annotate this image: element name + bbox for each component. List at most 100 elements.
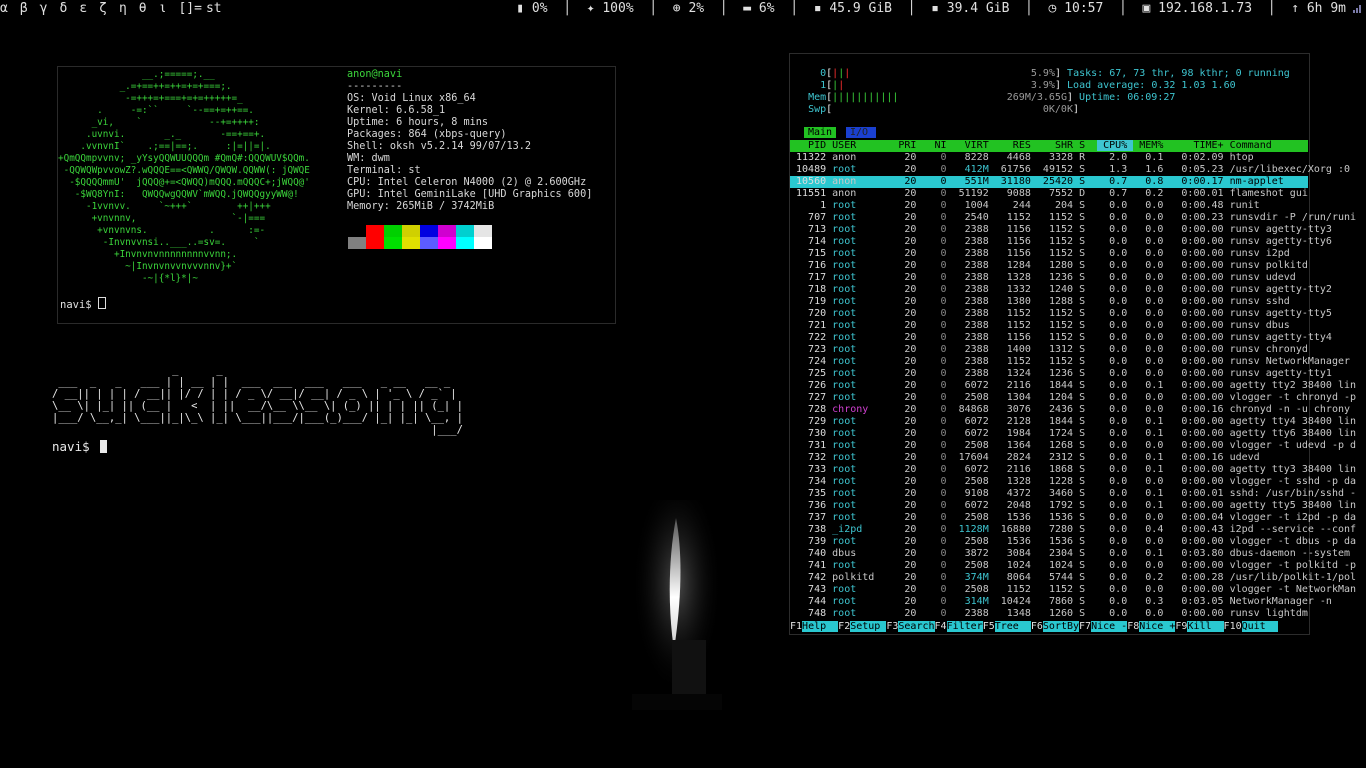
process-row[interactable]: 714 root 20 0 2388 1156 1152 S 0.0 0.0 0… [790, 236, 1332, 248]
fkey-label-search[interactable]: Search [898, 621, 935, 632]
logo-line: _vi, ` --+=++++: [58, 117, 260, 128]
process-row[interactable]: 724 root 20 0 2388 1152 1152 S 0.0 0.0 0… [790, 356, 1350, 368]
fkey-label-help[interactable]: Help [802, 621, 839, 632]
col-header-cpu[interactable]: CPU% [1097, 140, 1134, 151]
process-row[interactable]: 729 root 20 0 6072 2128 1844 S 0.0 0.1 0… [790, 416, 1356, 428]
col-header-command[interactable]: Command [1230, 140, 1366, 151]
process-row[interactable]: 726 root 20 0 6072 2116 1844 S 0.0 0.1 0… [790, 380, 1356, 392]
tag-7[interactable]: η [119, 1, 127, 16]
cell-command: udevd [1229, 452, 1366, 463]
neofetch-terminal[interactable]: __.;=====;.__ _.=+==++=++=+=+===;. -=+++… [57, 66, 616, 324]
fkey-label-tree[interactable]: Tree [994, 621, 1031, 632]
fkey-f8[interactable]: F8 [1127, 621, 1139, 632]
process-row[interactable]: 723 root 20 0 2388 1400 1312 S 0.0 0.0 0… [790, 344, 1308, 356]
fkey-f4[interactable]: F4 [935, 621, 947, 632]
process-table-header[interactable]: PID USER PRI NI VIRT RES SHR S CPU% MEM%… [790, 140, 1308, 152]
col-header-s[interactable]: S [1079, 140, 1097, 151]
process-table[interactable]: 11322 anon 20 0 8228 4468 3328 R 2.0 0.1… [790, 152, 1356, 620]
process-row[interactable]: 735 root 20 0 9108 4372 3460 S 0.0 0.1 0… [790, 488, 1356, 500]
fkey-label-nice[interactable]: Nice + [1139, 621, 1176, 632]
process-row[interactable]: 717 root 20 0 2388 1328 1236 S 0.0 0.0 0… [790, 272, 1308, 284]
cell-mem: 0.0 [1133, 368, 1170, 379]
fkey-f6[interactable]: F6 [1031, 621, 1043, 632]
process-row[interactable]: 11551 anon 20 0 51192 9088 7552 D 0.7 0.… [790, 188, 1308, 200]
tab-io[interactable]: I/O [846, 127, 876, 138]
tag-5[interactable]: ε [79, 1, 87, 16]
col-header-shr[interactable]: SHR [1037, 140, 1079, 151]
process-row[interactable]: 10560 anon 20 0 551M 31180 25420 S 0.7 0… [790, 176, 1308, 188]
tag-2[interactable]: β [20, 1, 28, 16]
col-header-mem[interactable]: MEM% [1133, 140, 1169, 151]
process-row[interactable]: 716 root 20 0 2388 1284 1280 S 0.0 0.0 0… [790, 260, 1308, 272]
fkey-f3[interactable]: F3 [886, 621, 898, 632]
col-header-user[interactable]: USER [832, 140, 892, 151]
cell-virt: 2508 [952, 584, 995, 595]
process-row[interactable]: 719 root 20 0 2388 1380 1288 S 0.0 0.0 0… [790, 296, 1308, 308]
fkey-label-sortby[interactable]: SortBy [1042, 621, 1080, 632]
fkey-f9[interactable]: F9 [1175, 621, 1187, 632]
col-header-time[interactable]: TIME+ [1169, 140, 1229, 151]
process-row[interactable]: 738 _i2pd 20 0 1128M 16880 7280 S 0.0 0.… [790, 524, 1356, 536]
cell-res: 244 [994, 200, 1037, 211]
process-row[interactable]: 10489 root 20 0 412M 61756 49152 S 1.3 1… [790, 164, 1350, 176]
process-row[interactable]: 11322 anon 20 0 8228 4468 3328 R 2.0 0.1… [790, 152, 1308, 164]
process-row[interactable]: 722 root 20 0 2388 1156 1152 S 0.0 0.0 0… [790, 332, 1332, 344]
fkey-f2[interactable]: F2 [838, 621, 850, 632]
tag-3[interactable]: γ [40, 1, 48, 16]
col-header-virt[interactable]: VIRT [953, 140, 995, 151]
process-row[interactable]: 748 root 20 0 2388 1348 1260 S 0.0 0.0 0… [790, 608, 1308, 620]
fkey-label-setup[interactable]: Setup [850, 621, 887, 632]
process-row[interactable]: 715 root 20 0 2388 1156 1152 S 0.0 0.0 0… [790, 248, 1308, 260]
fkey-f5[interactable]: F5 [983, 621, 995, 632]
shell-prompt[interactable]: navi$ [60, 297, 106, 311]
fkey-label-nice[interactable]: Nice - [1091, 621, 1128, 632]
shell-prompt-2[interactable]: navi$ [52, 439, 108, 454]
fkey-f7[interactable]: F7 [1079, 621, 1091, 632]
cell-time: 0:03.80 [1169, 548, 1230, 559]
cell-ni: 0 [922, 164, 953, 175]
process-row[interactable]: 730 root 20 0 6072 1984 1724 S 0.0 0.1 0… [790, 428, 1356, 440]
fkey-label-quit[interactable]: Quit [1241, 621, 1278, 632]
process-row[interactable]: 718 root 20 0 2388 1332 1240 S 0.0 0.0 0… [790, 284, 1332, 296]
tag-8[interactable]: θ [139, 1, 147, 16]
layout-indicator[interactable]: []= [178, 1, 201, 16]
process-row[interactable]: 720 root 20 0 2388 1152 1152 S 0.0 0.0 0… [790, 308, 1332, 320]
process-row[interactable]: 744 root 20 0 314M 10424 7860 S 0.0 0.3 … [790, 596, 1332, 608]
tag-9[interactable]: ι [159, 1, 167, 16]
tag-1[interactable]: α [0, 1, 8, 16]
tag-6[interactable]: ζ [99, 1, 107, 16]
fkey-f10[interactable]: F10 [1224, 621, 1242, 632]
fkey-label-kill[interactable]: Kill [1187, 621, 1224, 632]
process-row[interactable]: 732 root 20 0 17604 2824 2312 S 0.0 0.1 … [790, 452, 1308, 464]
process-row[interactable]: 728 chrony 20 0 84868 3076 2436 S 0.0 0.… [790, 404, 1350, 416]
cell-cpu: 0.0 [1097, 440, 1134, 451]
process-row[interactable]: 1 root 20 0 1004 244 204 S 0.0 0.0 0:00.… [790, 200, 1308, 212]
process-row[interactable]: 743 root 20 0 2508 1152 1152 S 0.0 0.0 0… [790, 584, 1356, 596]
col-header-pri[interactable]: PRI [892, 140, 922, 151]
process-row[interactable]: 737 root 20 0 2508 1536 1536 S 0.0 0.0 0… [790, 512, 1356, 524]
process-row[interactable]: 742 polkitd 20 0 374M 8064 5744 S 0.0 0.… [790, 572, 1356, 584]
process-row[interactable]: 713 root 20 0 2388 1156 1152 S 0.0 0.0 0… [790, 224, 1332, 236]
tab-main[interactable]: Main [804, 127, 837, 138]
process-row[interactable]: 740 dbus 20 0 3872 3084 2304 S 0.0 0.1 0… [790, 548, 1350, 560]
cell-virt: 2388 [952, 356, 995, 367]
process-row[interactable]: 734 root 20 0 2508 1328 1228 S 0.0 0.0 0… [790, 476, 1356, 488]
process-row[interactable]: 733 root 20 0 6072 2116 1868 S 0.0 0.1 0… [790, 464, 1356, 476]
cell-cpu: 0.0 [1097, 356, 1134, 367]
col-header-pid[interactable]: PID [790, 140, 832, 151]
process-row[interactable]: 707 root 20 0 2540 1152 1152 S 0.0 0.0 0… [790, 212, 1356, 224]
fkey-f1[interactable]: F1 [790, 621, 802, 632]
col-header-res[interactable]: RES [995, 140, 1037, 151]
htop-terminal[interactable]: 0[||| 5.9%] Tasks: 67, 73 thr, 98 kthr; … [789, 53, 1356, 635]
process-row[interactable]: 727 root 20 0 2508 1304 1204 S 0.0 0.0 0… [790, 392, 1356, 404]
process-row[interactable]: 725 root 20 0 2388 1324 1236 S 0.0 0.0 0… [790, 368, 1332, 380]
process-row[interactable]: 721 root 20 0 2388 1152 1152 S 0.0 0.0 0… [790, 320, 1308, 332]
process-row[interactable]: 739 root 20 0 2508 1536 1536 S 0.0 0.0 0… [790, 536, 1356, 548]
process-row[interactable]: 736 root 20 0 6072 2048 1792 S 0.0 0.1 0… [790, 500, 1356, 512]
tag-4[interactable]: δ [59, 1, 67, 16]
process-row[interactable]: 741 root 20 0 2508 1024 1024 S 0.0 0.0 0… [790, 560, 1356, 572]
fkey-label-filter[interactable]: Filter [946, 621, 983, 632]
col-header-ni[interactable]: NI [922, 140, 952, 151]
process-row[interactable]: 731 root 20 0 2508 1364 1268 S 0.0 0.0 0… [790, 440, 1356, 452]
cell-shr: 1152 [1036, 236, 1080, 247]
